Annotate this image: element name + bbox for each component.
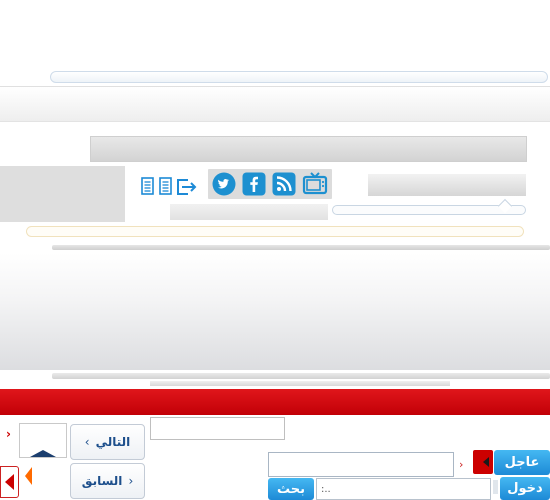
- ticker-chevron-icon[interactable]: ›: [459, 458, 463, 471]
- search-button[interactable]: بحث: [268, 478, 314, 500]
- content-area: [0, 253, 550, 370]
- document-list-icon[interactable]: [159, 177, 172, 195]
- speech-field[interactable]: [332, 205, 526, 215]
- arrow-left-icon: [5, 474, 14, 490]
- chevron-right-icon: ›: [84, 435, 90, 449]
- shelf-bar-bottom: [52, 373, 550, 379]
- search-input[interactable]: [316, 478, 491, 500]
- document-icon[interactable]: [141, 177, 154, 195]
- header-band: [0, 86, 550, 122]
- news-ticker-field: [268, 452, 454, 477]
- small-chevron-icon[interactable]: ›: [6, 427, 11, 441]
- thin-grey-bar: [170, 204, 328, 220]
- tv-icon[interactable]: [302, 170, 328, 196]
- field-divider: [493, 480, 498, 494]
- shelf-bar-short: [150, 381, 450, 386]
- document-tools: [141, 177, 197, 195]
- top-pill-field: [50, 71, 548, 83]
- shelf-bar-top: [52, 245, 550, 250]
- login-button[interactable]: دخول: [500, 477, 550, 500]
- play-left-icon: [483, 457, 489, 467]
- empty-box: [150, 417, 285, 440]
- highlight-pill: [26, 226, 524, 237]
- breaking-news-button[interactable]: عاجل: [494, 450, 550, 475]
- rss-icon[interactable]: [272, 172, 296, 196]
- previous-label: السابق: [81, 474, 123, 488]
- previous-button[interactable]: ‹ السابق: [70, 463, 145, 499]
- left-placeholder-box: [0, 166, 125, 222]
- orange-arrow-icon: [25, 467, 32, 485]
- chevron-left-icon: ‹: [128, 474, 134, 488]
- facebook-icon[interactable]: [242, 172, 266, 196]
- thumbnail-pointer-icon: [30, 450, 56, 457]
- logout-icon[interactable]: [177, 179, 197, 195]
- top-grey-bar: [90, 136, 527, 162]
- main-red-bar: [0, 389, 550, 415]
- twitter-icon[interactable]: [212, 172, 236, 196]
- right-grey-panel: [368, 174, 526, 196]
- next-label: التالي: [95, 435, 131, 449]
- next-button[interactable]: التالي ›: [70, 424, 145, 460]
